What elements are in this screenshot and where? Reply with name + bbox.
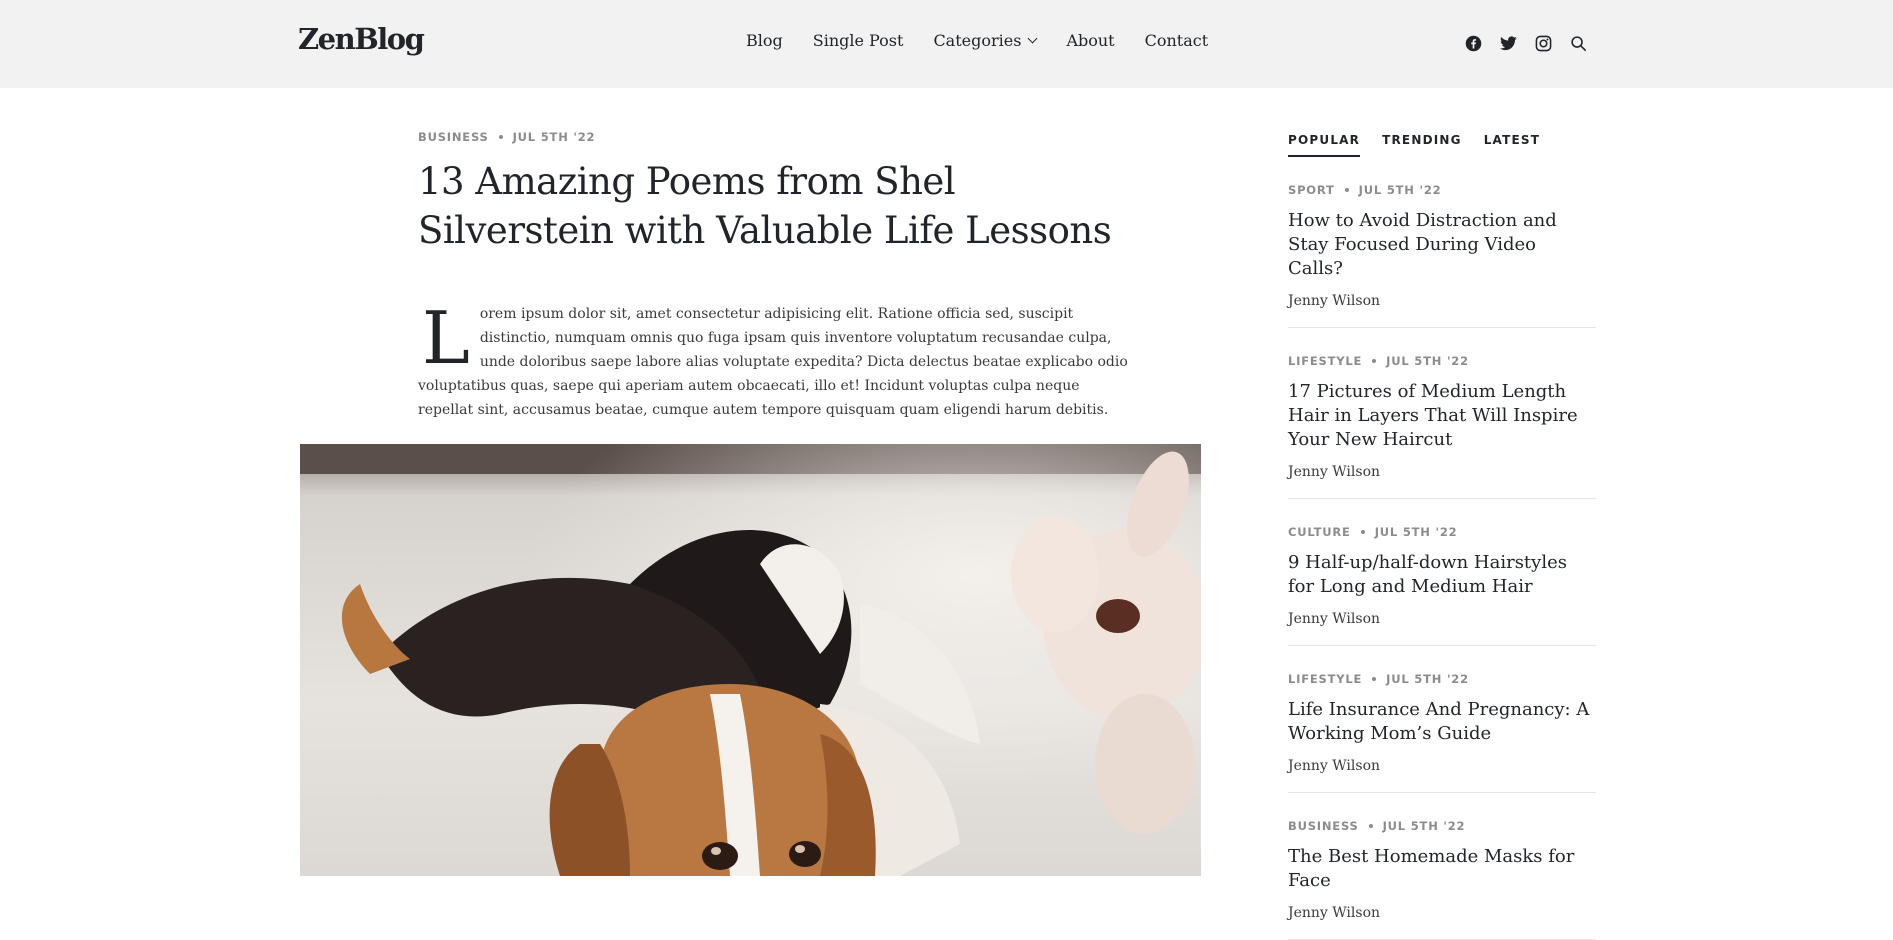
meta-separator xyxy=(1368,824,1373,828)
sidebar-post: Lifestyle Jul 5th '22 17 Pictures of Med… xyxy=(1288,328,1596,499)
sidebar-post-author[interactable]: Jenny Wilson xyxy=(1288,611,1596,627)
nav-item-single-post[interactable]: Single Post xyxy=(813,31,904,50)
nav-item-label: Categories xyxy=(933,31,1022,50)
sidebar-post-category[interactable]: Lifestyle xyxy=(1288,354,1362,368)
post-date: Jul 5th '22 xyxy=(512,130,596,144)
facebook-icon[interactable] xyxy=(1463,33,1483,53)
sidebar-post-category[interactable]: Business xyxy=(1288,819,1359,833)
sidebar-post-title[interactable]: Life Insurance And Pregnancy: A Working … xyxy=(1288,698,1596,746)
post-category[interactable]: Business xyxy=(418,130,489,144)
sidebar-post-category[interactable]: Sport xyxy=(1288,183,1335,197)
sidebar-tabs: POPULAR TRENDING LATEST xyxy=(1288,133,1596,157)
sidebar-post-author[interactable]: Jenny Wilson xyxy=(1288,905,1596,921)
meta-separator xyxy=(1344,188,1349,192)
sidebar-post-date: Jul 5th '22 xyxy=(1386,672,1469,686)
sidebar-post-date: Jul 5th '22 xyxy=(1386,354,1469,368)
sidebar-post-author[interactable]: Jenny Wilson xyxy=(1288,464,1596,480)
sidebar-post-date: Jul 5th '22 xyxy=(1358,183,1442,197)
twitter-icon[interactable] xyxy=(1498,33,1518,53)
search-icon[interactable] xyxy=(1568,33,1588,53)
meta-separator xyxy=(1360,530,1365,534)
meta-separator xyxy=(498,135,503,139)
nav-item-categories[interactable]: Categories xyxy=(933,31,1038,50)
sidebar-post-meta: Business Jul 5th '22 xyxy=(1288,819,1596,833)
nav-item-label: Contact xyxy=(1144,31,1209,50)
meta-separator xyxy=(1372,359,1377,363)
post-meta: Business Jul 5th '22 xyxy=(418,130,595,144)
nav-item-blog[interactable]: Blog xyxy=(746,31,783,50)
instagram-icon[interactable] xyxy=(1533,33,1553,53)
sidebar-post-title[interactable]: 17 Pictures of Medium Length Hair in Lay… xyxy=(1288,380,1596,452)
sidebar-post-author[interactable]: Jenny Wilson xyxy=(1288,758,1596,774)
chevron-down-icon xyxy=(1027,33,1038,43)
nav-item-label: Single Post xyxy=(812,31,904,50)
nav-item-about[interactable]: About xyxy=(1066,31,1114,50)
sidebar-post: Culture Jul 5th '22 9 Half-up/half-down … xyxy=(1288,499,1596,646)
site-header: ZenBlog Blog Single Post Categories Abou… xyxy=(0,0,1893,88)
post-body: L orem ipsum dolor sit, amet consectetur… xyxy=(418,302,1130,422)
beagle-photo xyxy=(300,444,1201,876)
post-paragraph: orem ipsum dolor sit, amet consectetur a… xyxy=(418,306,1128,418)
drop-cap: L xyxy=(422,296,470,380)
nav-item-label: About xyxy=(1066,31,1115,50)
tab-latest[interactable]: LATEST xyxy=(1484,133,1540,157)
nav-item-contact[interactable]: Contact xyxy=(1145,31,1209,50)
site-logo[interactable]: ZenBlog xyxy=(298,22,425,56)
nav-item-label: Blog xyxy=(746,31,783,50)
sidebar-post-title[interactable]: 9 Half-up/half-down Hairstyles for Long … xyxy=(1288,551,1596,599)
sidebar-post-date: Jul 5th '22 xyxy=(1382,819,1466,833)
tab-popular[interactable]: POPULAR xyxy=(1288,133,1361,157)
sidebar-post-meta: Sport Jul 5th '22 xyxy=(1288,183,1596,197)
sidebar-post-category[interactable]: Lifestyle xyxy=(1288,672,1362,686)
sidebar-post-meta: Lifestyle Jul 5th '22 xyxy=(1288,354,1596,368)
sidebar: POPULAR TRENDING LATEST Sport Jul 5th '2… xyxy=(1288,133,1596,940)
sidebar-post: Lifestyle Jul 5th '22 Life Insurance And… xyxy=(1288,646,1596,793)
sidebar-post-title[interactable]: How to Avoid Distraction and Stay Focuse… xyxy=(1288,209,1596,281)
sidebar-post-category[interactable]: Culture xyxy=(1288,525,1351,539)
sidebar-post-author[interactable]: Jenny Wilson xyxy=(1288,293,1596,309)
post-hero-image xyxy=(300,444,1201,876)
sidebar-post-meta: Lifestyle Jul 5th '22 xyxy=(1288,672,1596,686)
meta-separator xyxy=(1372,677,1377,681)
sidebar-post-meta: Culture Jul 5th '22 xyxy=(1288,525,1596,539)
sidebar-post-date: Jul 5th '22 xyxy=(1374,525,1458,539)
main-nav: Blog Single Post Categories About Contac… xyxy=(746,31,1208,50)
post-title: 13 Amazing Poems from Shel Silverstein w… xyxy=(418,160,1112,252)
sidebar-post-title[interactable]: The Best Homemade Masks for Face xyxy=(1288,845,1596,893)
social-links xyxy=(1463,33,1588,53)
sidebar-post: Business Jul 5th '22 The Best Homemade M… xyxy=(1288,793,1596,940)
tab-trending[interactable]: TRENDING xyxy=(1382,133,1462,157)
sidebar-post: Sport Jul 5th '22 How to Avoid Distracti… xyxy=(1288,157,1596,328)
